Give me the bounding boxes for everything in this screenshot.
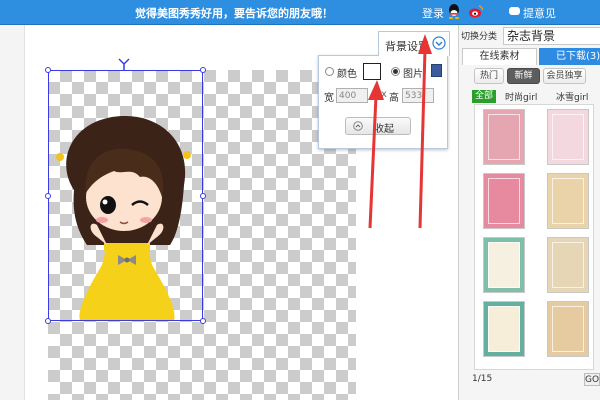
thumb-pink-cake[interactable] xyxy=(483,109,525,165)
resize-handle-mid-right[interactable] xyxy=(200,193,206,199)
subfilter-all[interactable]: 全部 xyxy=(472,90,496,103)
filter-hot[interactable]: 热门 xyxy=(474,68,504,84)
login-link[interactable]: 登录 xyxy=(422,5,444,21)
height-label: 高 xyxy=(389,93,399,104)
rotate-handle-icon[interactable] xyxy=(118,58,130,70)
width-label: 宽 xyxy=(324,93,334,104)
thumbnail-grid xyxy=(474,104,594,370)
tab-online-materials[interactable]: 在线素材 xyxy=(462,48,537,65)
selection-box[interactable] xyxy=(48,70,203,321)
thumb-floral-border[interactable] xyxy=(547,301,589,357)
resize-handle-top-right[interactable] xyxy=(200,67,206,73)
feedback-icon[interactable] xyxy=(509,7,520,15)
collapse-label: 收起 xyxy=(374,124,394,135)
category-title[interactable]: 杂志背景 xyxy=(503,27,600,45)
filter-fresh[interactable]: 新鲜 xyxy=(507,68,540,84)
thumb-pink-stripes[interactable] xyxy=(483,173,525,229)
subfilter-ice-girl[interactable]: 冰雪girl xyxy=(556,90,588,103)
color-option-label: 颜色 xyxy=(337,69,357,80)
subfilter-fashion-girl[interactable]: 时尚girl xyxy=(505,90,537,103)
thumb-green-flowers[interactable] xyxy=(483,237,525,293)
radio-color[interactable] xyxy=(325,67,334,76)
height-input[interactable]: 533 xyxy=(402,88,434,103)
go-button[interactable]: GO xyxy=(584,373,600,386)
resize-handle-mid-left[interactable] xyxy=(45,193,51,199)
collapse-up-icon xyxy=(353,121,363,131)
weibo-icon[interactable] xyxy=(468,5,483,18)
width-input[interactable]: 400 xyxy=(336,88,368,103)
collapse-button[interactable]: 收起 xyxy=(345,117,411,135)
background-settings-tab[interactable]: 背景设置 xyxy=(378,31,450,56)
filter-vip[interactable]: 会员独享 xyxy=(543,68,586,84)
chevron-down-icon[interactable] xyxy=(432,36,446,50)
top-bar: 觉得美图秀秀好用，要告诉您的朋友哦！ 登录 提意见 xyxy=(0,0,600,25)
resize-handle-bottom-left[interactable] xyxy=(45,318,51,324)
image-picker-icon[interactable] xyxy=(431,64,442,77)
thumb-vintage-paper[interactable] xyxy=(547,173,589,229)
thumb-ice-cream[interactable] xyxy=(547,109,589,165)
left-toolbar-strip xyxy=(0,25,25,400)
thumb-beige-frame[interactable] xyxy=(547,237,589,293)
tab-downloaded[interactable]: 已下载(3) xyxy=(539,48,600,65)
switch-category-label[interactable]: 切换分类 xyxy=(461,29,497,42)
color-swatch[interactable] xyxy=(363,63,381,80)
size-x-label: x xyxy=(381,89,387,100)
resize-handle-bottom-right[interactable] xyxy=(200,318,206,324)
page-indicator: 1/15 xyxy=(472,374,493,384)
qq-icon[interactable] xyxy=(447,4,461,19)
share-message[interactable]: 觉得美图秀秀好用，要告诉您的朋友哦！ xyxy=(135,5,333,21)
radio-image[interactable] xyxy=(391,67,400,76)
image-option-label: 图片 xyxy=(403,69,423,80)
thumb-teal-frame[interactable] xyxy=(483,301,525,357)
background-settings-label: 背景设置 xyxy=(385,40,429,53)
feedback-link[interactable]: 提意见 xyxy=(523,5,556,21)
resize-handle-top-left[interactable] xyxy=(45,67,51,73)
